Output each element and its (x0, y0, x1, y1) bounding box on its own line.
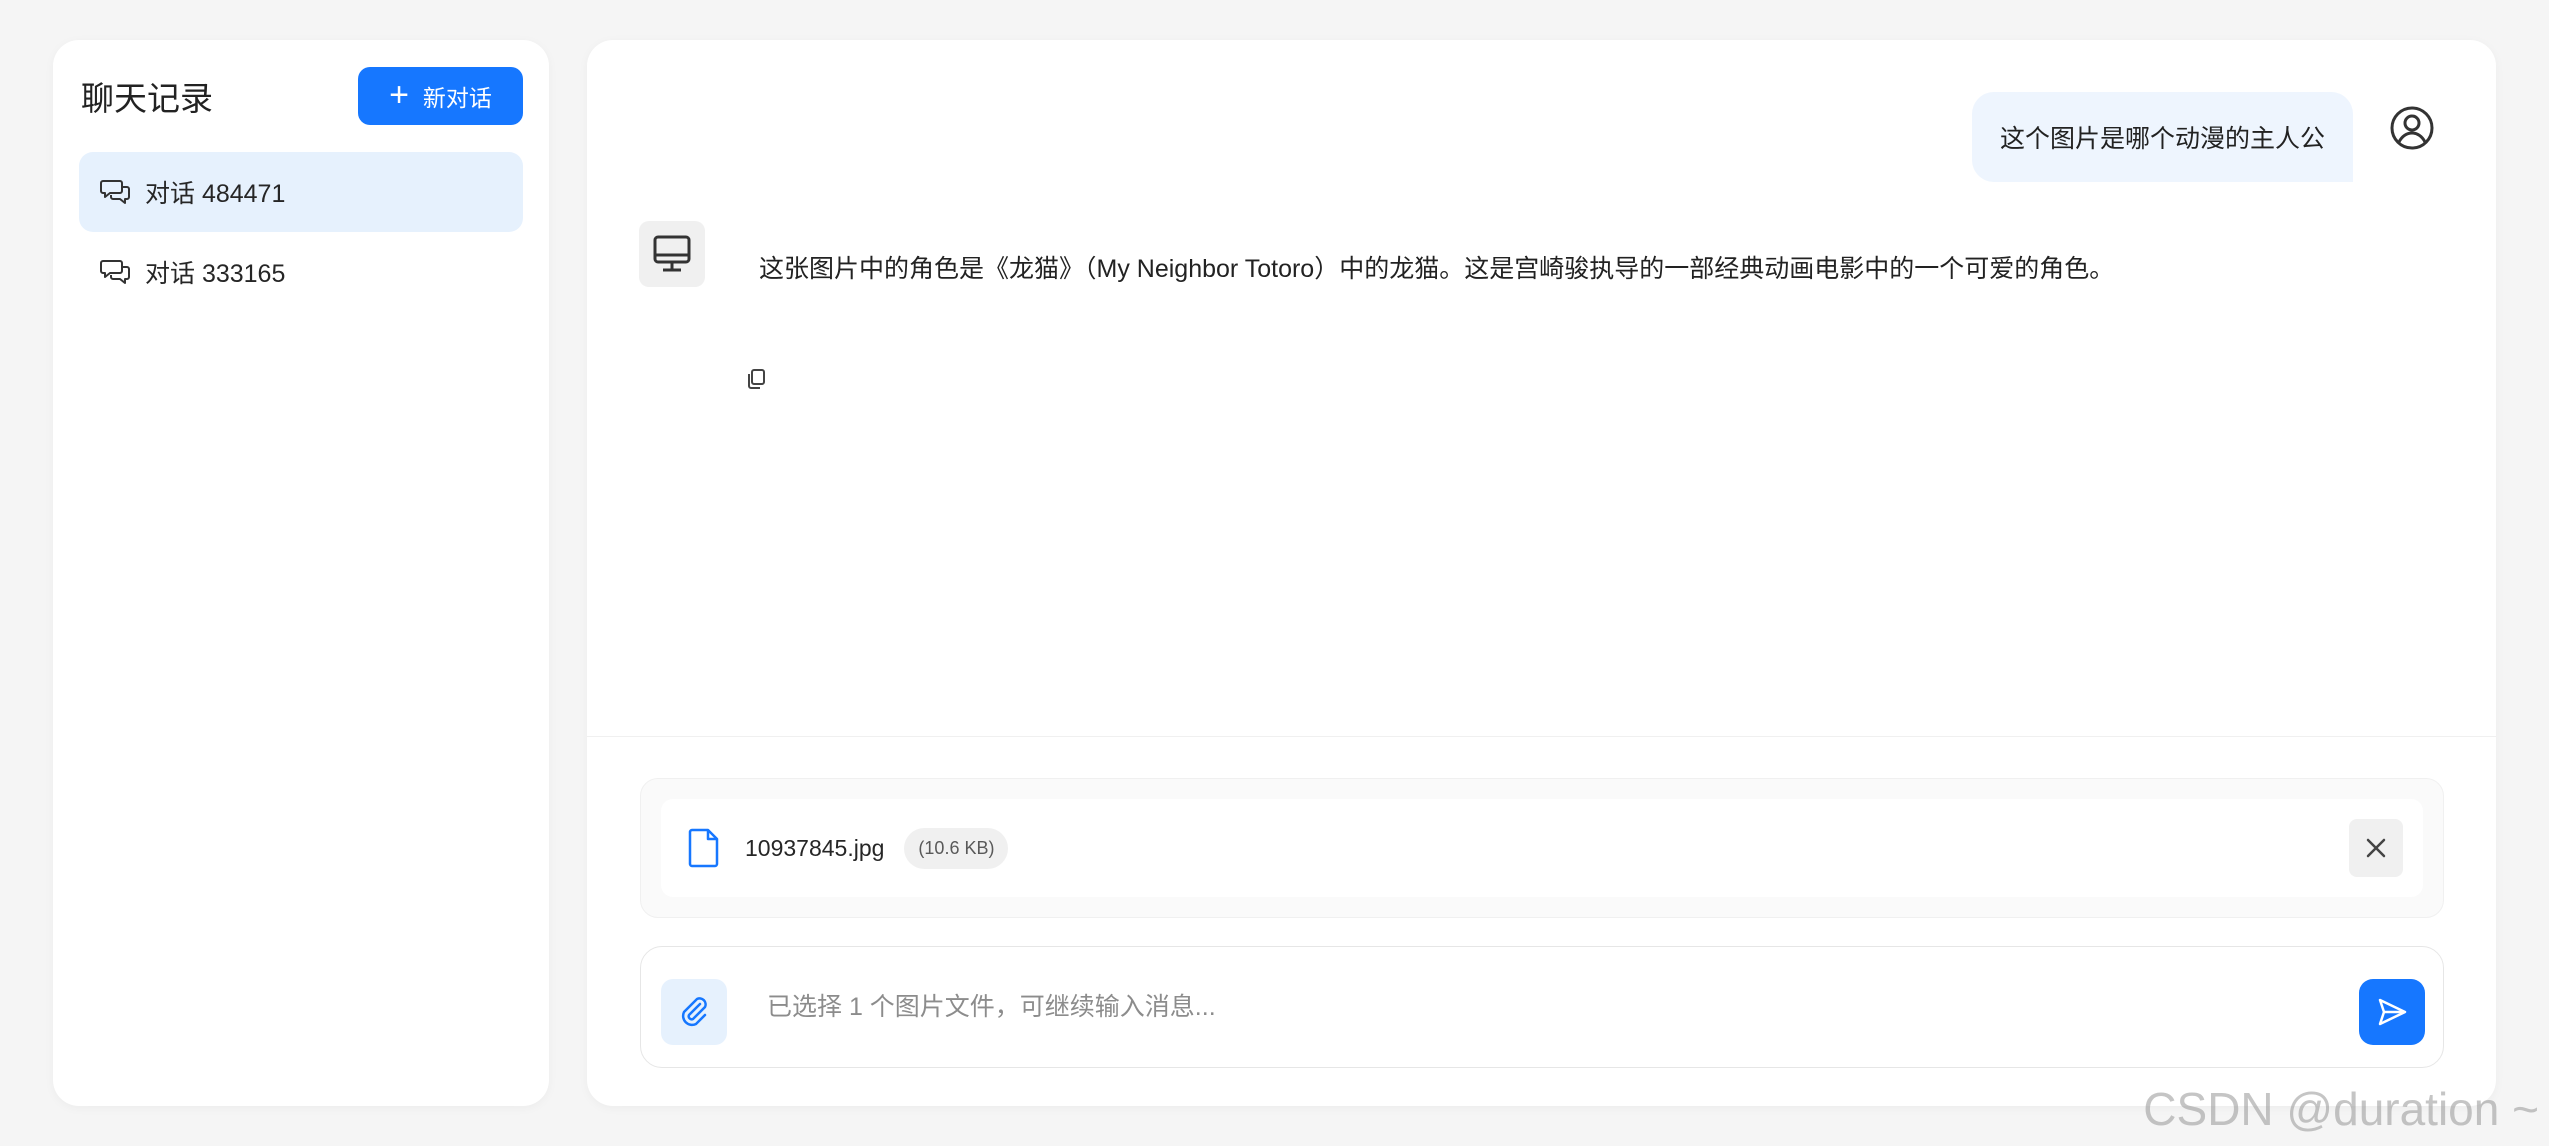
attachment-file-size: (10.6 KB) (904, 827, 1009, 869)
conversation-item-484471[interactable]: 对话 484471 (79, 152, 523, 232)
new-chat-label: 新对话 (422, 85, 492, 111)
assistant-message-text: 这张图片中的角色是《龙猫》（My Neighbor Totoro）中的龙猫。这是… (759, 255, 2115, 283)
message-list: 这个图片是哪个动漫的主人公 这张图片中的角色是《龙猫》（My Neighbor … (587, 40, 2496, 737)
conversation-label: 对话 484471 (145, 180, 286, 208)
sidebar-title: 聊天记录 (81, 80, 213, 117)
new-chat-button[interactable]: + 新对话 (358, 67, 523, 125)
chat-bubbles-icon (100, 260, 130, 284)
conversation-label: 对话 333165 (145, 260, 286, 288)
chat-bubbles-icon (100, 180, 130, 204)
close-icon (2366, 838, 2386, 858)
user-avatar-icon (2390, 106, 2434, 150)
user-message-text: 这个图片是哪个动漫的主人公 (1999, 125, 2325, 153)
app-root: 聊天记录 + 新对话 对话 484471 对话 333165 这个图片是哪个动漫… (0, 0, 2549, 1146)
message-input[interactable] (767, 977, 2267, 1037)
assistant-avatar (639, 221, 705, 287)
user-message-row: 这个图片是哪个动漫的主人公 (1971, 92, 2436, 182)
sidebar-header: 聊天记录 + 新对话 (79, 67, 523, 125)
attachment-file-name: 10937845.jpg (745, 834, 885, 861)
remove-attachment-button[interactable] (2349, 819, 2403, 877)
message-composer (640, 946, 2444, 1068)
copy-icon[interactable] (743, 366, 769, 392)
paperclip-icon (681, 997, 707, 1027)
attachment-area: 10937845.jpg (10.6 KB) (640, 778, 2444, 918)
plus-icon: + (389, 75, 409, 114)
send-button[interactable] (2359, 979, 2425, 1045)
watermark: CSDN @duration ~ (2143, 1083, 2539, 1135)
sidebar: 聊天记录 + 新对话 对话 484471 对话 333165 (53, 40, 549, 1106)
assistant-message-row: 这张图片中的角色是《龙猫》（My Neighbor Totoro）中的龙猫。这是… (639, 221, 2114, 287)
send-icon (2378, 998, 2407, 1026)
computer-monitor-icon (653, 235, 691, 272)
attachment-card: 10937845.jpg (10.6 KB) (661, 799, 2423, 897)
chat-panel: 这个图片是哪个动漫的主人公 这张图片中的角色是《龙猫》（My Neighbor … (587, 40, 2496, 1106)
user-message-bubble: 这个图片是哪个动漫的主人公 (1971, 92, 2353, 182)
conversation-item-333165[interactable]: 对话 333165 (79, 232, 523, 312)
conversation-list: 对话 484471 对话 333165 (79, 152, 523, 312)
file-icon (688, 828, 719, 868)
attach-file-button[interactable] (661, 979, 727, 1045)
